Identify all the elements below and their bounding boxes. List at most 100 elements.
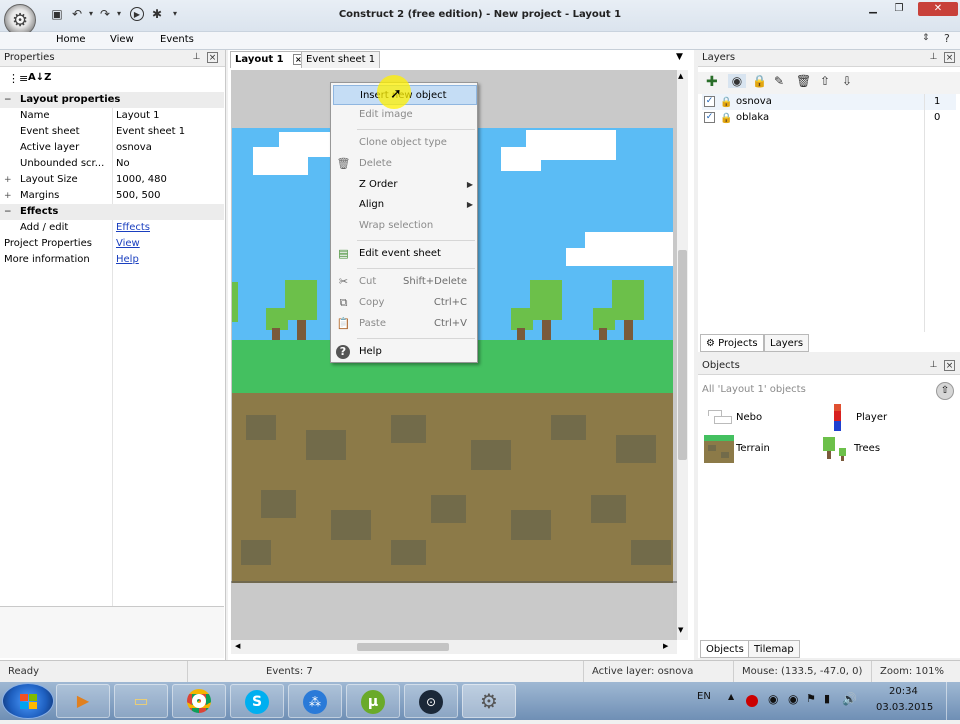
scroll-down-icon[interactable]: ▼ bbox=[678, 626, 683, 634]
ribbon-tab-view[interactable]: View bbox=[110, 32, 134, 50]
layer-row[interactable]: ✓ 🔒 osnova 1 bbox=[702, 94, 956, 110]
maximize-icon[interactable]: ❐ bbox=[886, 2, 912, 16]
property-value[interactable]: 1000, 480 bbox=[116, 172, 167, 188]
network-icon[interactable]: ▮ bbox=[824, 692, 830, 705]
view-link[interactable]: View bbox=[116, 236, 140, 252]
menu-item-delete[interactable]: 🗑 Delete bbox=[333, 154, 477, 174]
tab-objects[interactable]: Objects bbox=[700, 640, 750, 658]
app-circles-icon[interactable]: ⁂ bbox=[288, 684, 342, 718]
property-category-effects[interactable]: − Effects bbox=[0, 204, 224, 220]
tab-layout-1[interactable]: Layout 1 × bbox=[230, 51, 309, 68]
help-link[interactable]: Help bbox=[116, 252, 139, 268]
tab-projects[interactable]: ⚙ Projects bbox=[700, 334, 764, 352]
construct2-icon[interactable]: ⚙ bbox=[462, 684, 516, 718]
pin-icon[interactable]: ⊥ bbox=[928, 52, 939, 63]
file-explorer-icon[interactable]: ▭ bbox=[114, 684, 168, 718]
menu-item-cut[interactable]: ✂ Cut Shift+Delete bbox=[333, 272, 477, 292]
menu-item-clone-object-type[interactable]: Clone object type bbox=[333, 133, 477, 153]
language-indicator[interactable]: EN bbox=[697, 691, 711, 702]
volume-icon[interactable]: 🔊 bbox=[842, 692, 857, 706]
menu-item-edit-event-sheet[interactable]: ▤ Edit event sheet bbox=[333, 244, 477, 264]
windows-start-icon[interactable] bbox=[2, 683, 54, 719]
tray-app-icon[interactable]: ◉ bbox=[788, 692, 798, 706]
vertical-scrollbar[interactable]: ▲ ▼ bbox=[677, 70, 688, 640]
lock-icon[interactable]: 🔒 bbox=[720, 111, 732, 127]
effects-link[interactable]: Effects bbox=[116, 220, 150, 236]
help-icon[interactable]: ? bbox=[944, 32, 950, 45]
property-row-layout-size[interactable]: + Layout Size 1000, 480 bbox=[0, 172, 224, 188]
customize-dropdown-icon[interactable]: ▾ bbox=[168, 7, 182, 21]
property-row-event-sheet[interactable]: Event sheet Event sheet 1 bbox=[0, 124, 224, 140]
property-value[interactable]: Event sheet 1 bbox=[116, 124, 185, 140]
close-panel-icon[interactable]: × bbox=[944, 360, 955, 371]
scroll-left-icon[interactable]: ◀ bbox=[235, 642, 240, 650]
property-row-project-properties[interactable]: Project Properties View bbox=[0, 236, 224, 252]
property-value[interactable]: No bbox=[116, 156, 130, 172]
ribbon-tab-events[interactable]: Events bbox=[160, 32, 194, 50]
menu-item-help[interactable]: ? Help bbox=[333, 342, 477, 362]
expand-icon[interactable]: + bbox=[4, 188, 14, 204]
property-row-add-edit[interactable]: Add / edit Effects bbox=[0, 220, 224, 236]
layer-visible-checkbox[interactable]: ✓ bbox=[704, 112, 715, 123]
collapse-icon[interactable]: − bbox=[4, 92, 14, 108]
chrome-icon[interactable] bbox=[172, 684, 226, 718]
layer-row[interactable]: ✓ 🔒 oblaka 0 bbox=[702, 110, 956, 126]
menu-item-copy[interactable]: ⧉ Copy Ctrl+C bbox=[333, 293, 477, 313]
move-down-icon[interactable]: ⇩ bbox=[842, 74, 852, 88]
object-item-nebo[interactable]: Nebo bbox=[704, 404, 814, 432]
horizontal-scroll-thumb[interactable] bbox=[357, 643, 449, 651]
ribbon-scroll-icon[interactable]: ⇕ bbox=[922, 33, 930, 43]
media-player-icon[interactable]: ▶ bbox=[56, 684, 110, 718]
pin-icon[interactable]: ⊥ bbox=[928, 360, 939, 371]
close-panel-icon[interactable]: × bbox=[207, 52, 218, 63]
lock-icon[interactable]: 🔒 bbox=[752, 74, 767, 88]
menu-item-paste[interactable]: 📋 Paste Ctrl+V bbox=[333, 314, 477, 334]
property-category-layout[interactable]: − Layout properties bbox=[0, 92, 224, 108]
save-icon[interactable]: ▣ bbox=[50, 7, 64, 21]
property-row-margins[interactable]: + Margins 500, 500 bbox=[0, 188, 224, 204]
object-item-player[interactable]: Player bbox=[824, 404, 944, 432]
close-icon[interactable]: ✕ bbox=[918, 2, 958, 16]
utorrent-icon[interactable]: µ bbox=[346, 684, 400, 718]
horizontal-scrollbar[interactable]: ◀ ▶ bbox=[231, 640, 677, 654]
delete-icon[interactable]: 🗑 bbox=[796, 74, 811, 88]
add-layer-icon[interactable]: ✚ bbox=[706, 74, 718, 90]
property-row-unbounded-scrolling[interactable]: Unbounded scr... No bbox=[0, 156, 224, 172]
property-value[interactable]: osnova bbox=[116, 140, 152, 156]
redo-dropdown-icon[interactable]: ▾ bbox=[112, 7, 126, 21]
undo-dropdown-icon[interactable]: ▾ bbox=[84, 7, 98, 21]
scroll-right-icon[interactable]: ▶ bbox=[663, 642, 668, 650]
record-icon[interactable] bbox=[746, 695, 758, 707]
move-up-icon[interactable]: ⇧ bbox=[820, 74, 830, 88]
menu-item-z-order[interactable]: Z Order ▶ bbox=[333, 175, 477, 195]
clock-time[interactable]: 20:34 bbox=[889, 686, 918, 697]
menu-item-align[interactable]: Align ▶ bbox=[333, 195, 477, 215]
sort-categorized-icon[interactable]: ⋮≡ bbox=[8, 72, 28, 85]
property-value[interactable]: Layout 1 bbox=[116, 108, 160, 124]
steam-icon[interactable]: ⊙ bbox=[404, 684, 458, 718]
menu-item-edit-image[interactable]: Edit image bbox=[333, 105, 477, 125]
flag-icon[interactable]: ⚑ bbox=[806, 692, 816, 705]
show-desktop-button[interactable] bbox=[946, 682, 960, 720]
lock-icon[interactable]: 🔒 bbox=[720, 95, 732, 111]
eye-icon[interactable]: ◉ bbox=[728, 74, 746, 88]
close-panel-icon[interactable]: × bbox=[944, 52, 955, 63]
run-icon[interactable]: ▶ bbox=[130, 7, 144, 21]
tab-list-dropdown-icon[interactable]: ▼ bbox=[676, 52, 683, 62]
menu-item-wrap-selection[interactable]: Wrap selection bbox=[333, 216, 477, 236]
property-row-name[interactable]: Name Layout 1 bbox=[0, 108, 224, 124]
redo-icon[interactable]: ↷ bbox=[98, 7, 112, 21]
undo-icon[interactable]: ↶ bbox=[70, 7, 84, 21]
skype-icon[interactable]: S bbox=[230, 684, 284, 718]
tab-layers[interactable]: Layers bbox=[764, 334, 810, 352]
collapse-icon[interactable]: − bbox=[4, 204, 14, 220]
minimize-icon[interactable]: ▁ bbox=[860, 2, 886, 16]
sort-alphabetical-icon[interactable]: A↓Z bbox=[28, 72, 51, 83]
tab-tilemap[interactable]: Tilemap bbox=[748, 640, 800, 658]
property-row-more-information[interactable]: More information Help bbox=[0, 252, 224, 268]
property-row-active-layer[interactable]: Active layer osnova bbox=[0, 140, 224, 156]
layer-visible-checkbox[interactable]: ✓ bbox=[704, 96, 715, 107]
tab-event-sheet-1[interactable]: Event sheet 1 bbox=[301, 51, 381, 68]
object-item-terrain[interactable]: Terrain bbox=[704, 435, 814, 463]
up-folder-icon[interactable]: ⇧ bbox=[936, 382, 954, 400]
